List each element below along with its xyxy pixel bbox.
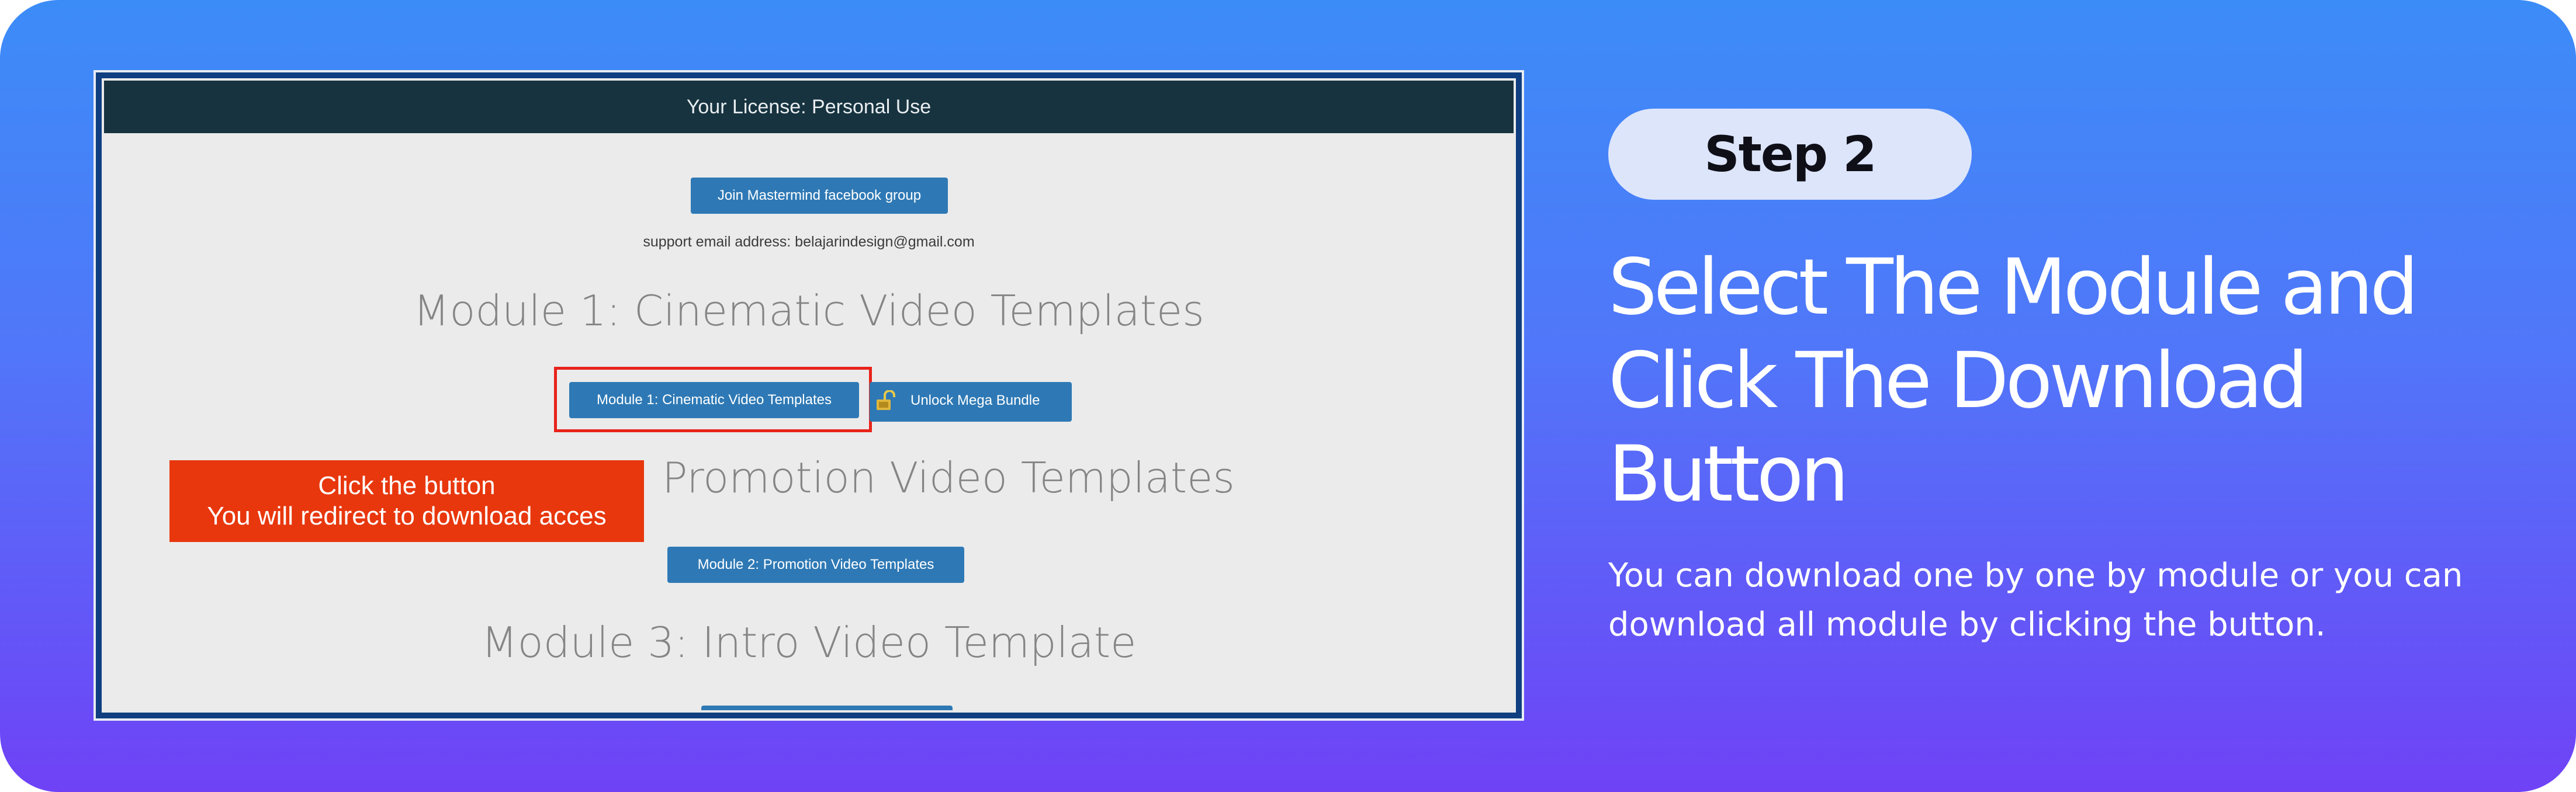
- step-label: Step 2: [1608, 109, 1972, 200]
- step-card: Your License: Personal Use Join Mastermi…: [0, 0, 2576, 792]
- module-3-title: Module 3: Intro Video Template: [481, 618, 1137, 667]
- join-group-button[interactable]: Join Mastermind facebook group: [691, 178, 948, 214]
- module-1-title: Module 1: Cinematic Video Templates: [413, 286, 1204, 335]
- instruction-callout: Click the button You will redirect to do…: [169, 460, 644, 542]
- screenshot-panel: Your License: Personal Use Join Mastermi…: [94, 70, 1524, 721]
- license-bar: Your License: Personal Use: [104, 81, 1514, 133]
- module-1-button[interactable]: Module 1: Cinematic Video Templates: [569, 382, 859, 418]
- module-3-button[interactable]: [701, 706, 953, 710]
- unlock-mega-bundle-button[interactable]: Unlock Mega Bundle: [870, 382, 1072, 422]
- callout-line-2: You will redirect to download acces: [207, 502, 607, 530]
- module-2-title: Promotion Video Templates: [662, 453, 1235, 502]
- unlock-icon: [877, 390, 895, 410]
- support-email-text: support email address: belajarindesign@g…: [643, 234, 975, 250]
- module-2-button[interactable]: Module 2: Promotion Video Templates: [667, 547, 964, 583]
- headline: Select The Module and Click The Download…: [1608, 242, 2419, 519]
- module-2-title-text: Promotion Video Templates: [662, 453, 1235, 502]
- callout-line-1: Click the button: [318, 471, 496, 500]
- description: You can download one by one by module or…: [1608, 557, 2463, 644]
- screenshot-content: Your License: Personal Use Join Mastermi…: [104, 81, 1514, 710]
- unlock-button-label: Unlock Mega Bundle: [910, 392, 1040, 408]
